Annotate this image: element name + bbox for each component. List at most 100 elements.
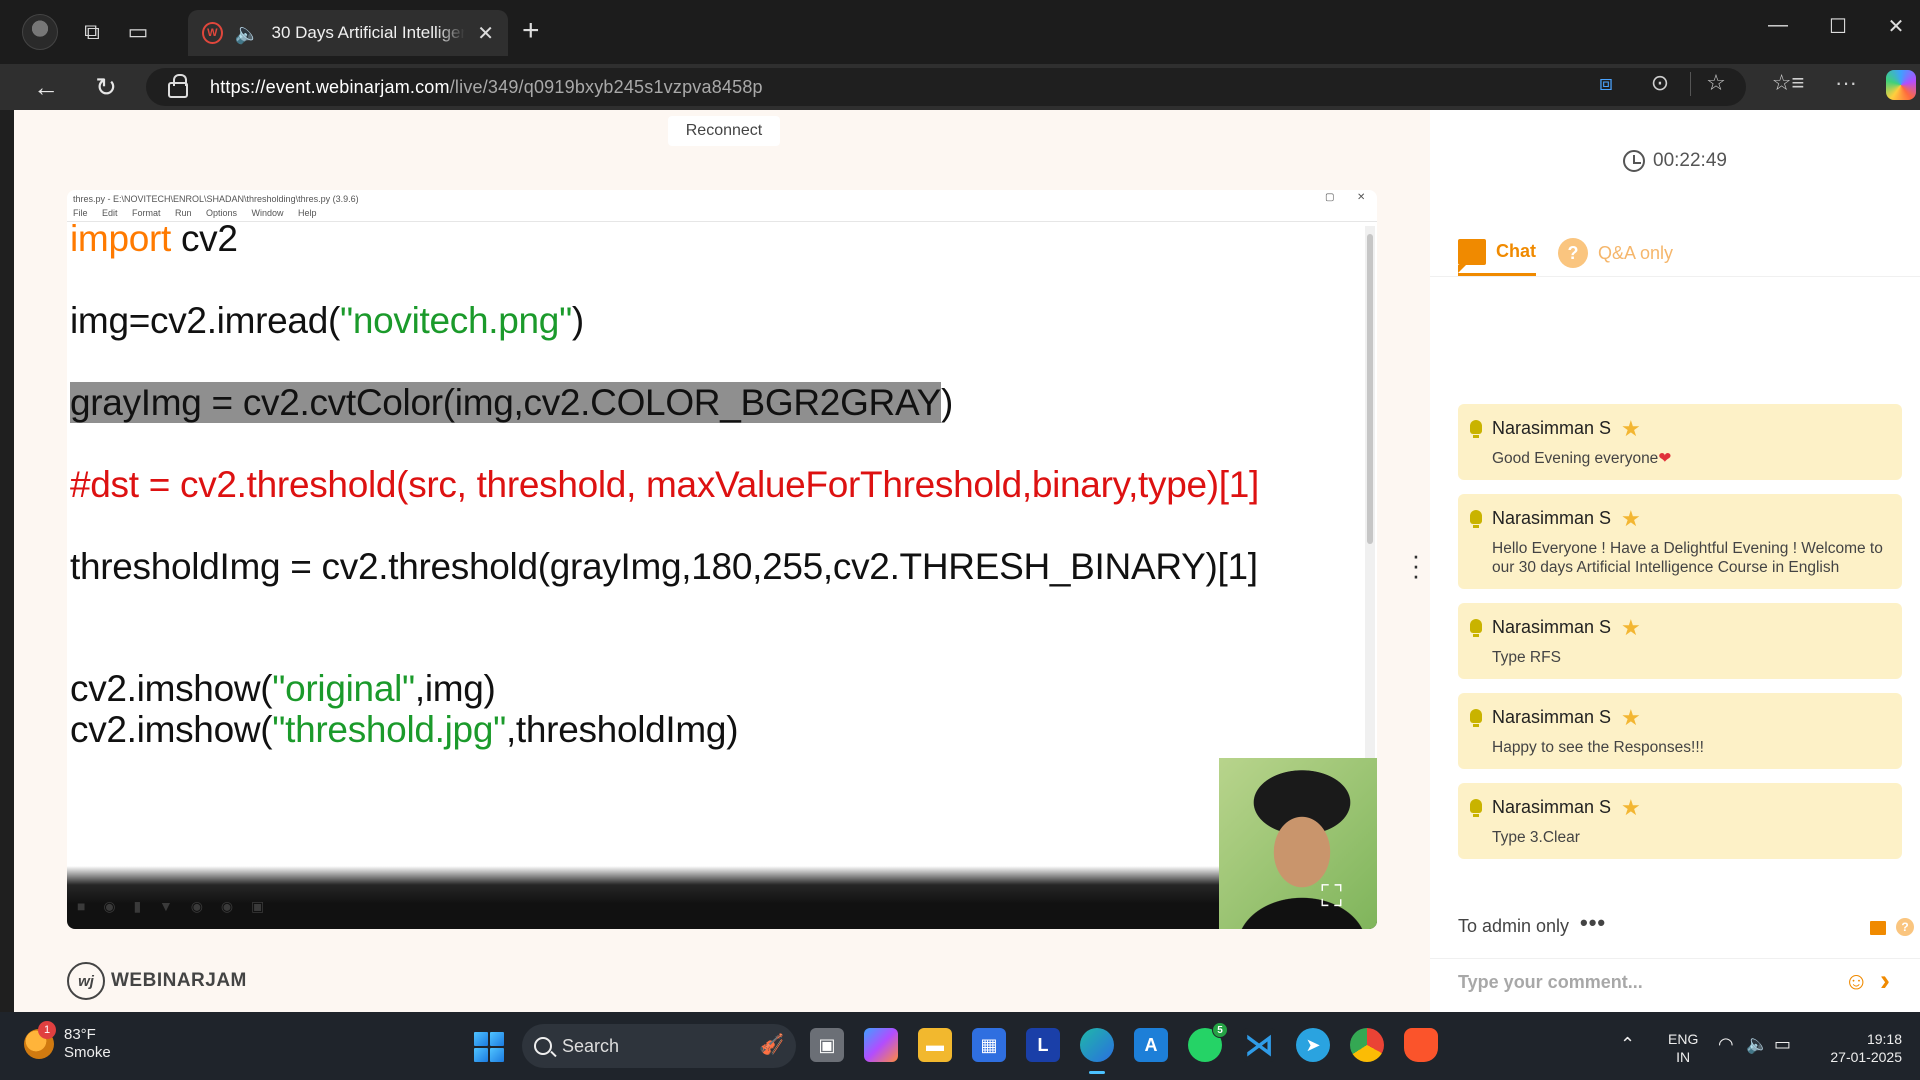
star-icon: ★	[1621, 614, 1641, 640]
whatsapp-badge: 5	[1212, 1022, 1228, 1038]
webinar-page: Reconnect thres.py - E:\NOVITECH\ENROL\S…	[14, 110, 1920, 1012]
shared-screen-taskbar: ■ ◉ ▮ ▼ ◉ ◉ ▣	[77, 898, 265, 914]
code-line-1: import cv2	[70, 218, 238, 259]
chrome-icon[interactable]	[1350, 1028, 1384, 1062]
tab-close-icon[interactable]: ✕	[477, 21, 494, 46]
recipient-selector[interactable]: To admin only	[1458, 916, 1569, 937]
heart-icon: ❤	[1658, 450, 1672, 467]
code-line-5: thresholdImg = cv2.threshold(grayImg,180…	[70, 546, 1258, 587]
fullscreen-icon[interactable]: ⛶	[1321, 880, 1342, 914]
maximize-icon[interactable]: ☐	[1818, 14, 1858, 39]
message-text: Hello Everyone ! Have a Delightful Eveni…	[1492, 540, 1883, 576]
file-explorer-icon[interactable]: ▬	[918, 1028, 952, 1062]
back-arrow-icon[interactable]: ←	[26, 70, 66, 104]
weather-badge: 1	[38, 1021, 56, 1039]
task-view-icon[interactable]: ▣	[810, 1028, 844, 1062]
tab-title: 30 Days Artificial Intelligence	[271, 23, 466, 42]
url-text[interactable]: https://event.webinarjam.com/live/349/q0…	[210, 77, 763, 98]
message-author: Narasimman S	[1492, 508, 1612, 528]
reader-menu-icon[interactable]: ⊙	[1642, 70, 1678, 96]
minimize-icon[interactable]: —	[1758, 14, 1798, 37]
input-divider	[1430, 958, 1920, 959]
copilot-app-icon[interactable]	[864, 1028, 898, 1062]
windows-taskbar: 1 83°F Smoke Search 🎻 ▣ ▬ ▦ L A 5 ⋊ ➤ ⌃ …	[0, 1012, 1920, 1080]
tray-overflow-icon[interactable]: ⌃	[1620, 1034, 1635, 1055]
chat-tabs: Chat ? Q&A only	[1458, 230, 1673, 276]
weather-widget[interactable]: 1 83°F Smoke	[24, 1021, 111, 1062]
speaker-icon[interactable]: 🔈	[235, 21, 260, 46]
clock-icon	[1623, 150, 1646, 172]
telegram-icon[interactable]: ➤	[1296, 1028, 1330, 1062]
reconnect-button[interactable]: Reconnect	[668, 116, 780, 146]
picture-in-picture-icon[interactable]: ⧈	[1588, 70, 1624, 96]
video-player[interactable]: thres.py - E:\NOVITECH\ENROL\SHADAN\thre…	[67, 190, 1377, 929]
chat-message: Narasimman S ★ Hello Everyone ! Have a De…	[1458, 494, 1902, 589]
recipient-more-icon[interactable]: •••	[1580, 910, 1606, 936]
system-clock[interactable]: 19:18 27-01-2025	[1812, 1030, 1902, 1066]
address-bar[interactable]: https://event.webinarjam.com/live/349/q0…	[146, 68, 1746, 106]
browser-toolbar: ← ↻ https://event.webinarjam.com/live/34…	[0, 64, 1920, 110]
send-arrow-icon[interactable]: ›	[1880, 964, 1890, 998]
tab-actions-icon[interactable]: ▭	[122, 16, 154, 48]
language-code: ENG	[1668, 1031, 1699, 1047]
message-author: Narasimman S	[1492, 707, 1612, 727]
star-icon: ★	[1621, 415, 1641, 441]
lock-icon[interactable]	[168, 74, 188, 98]
microsoft-store-icon[interactable]: ▦	[972, 1028, 1006, 1062]
tab-chat[interactable]: Chat	[1458, 230, 1536, 276]
session-timer: 00:22:49	[1430, 150, 1920, 172]
webinarjam-logo: wj WEBINARJAM	[67, 962, 247, 1000]
star-icon: ★	[1621, 505, 1641, 531]
panel-options-icon[interactable]: · · ·	[1406, 542, 1426, 588]
tabs-divider	[1430, 276, 1920, 277]
brave-icon[interactable]	[1404, 1028, 1438, 1062]
close-window-icon[interactable]: ✕	[1876, 14, 1916, 39]
code-line-2: img=cv2.imread("novitech.png")	[70, 300, 584, 341]
emoji-icon[interactable]: ☺	[1844, 968, 1869, 996]
lightbulb-icon	[1470, 420, 1482, 438]
favorite-star-icon[interactable]: ☆	[1698, 70, 1734, 96]
profile-avatar[interactable]	[22, 14, 58, 50]
star-icon: ★	[1621, 794, 1641, 820]
timer-value: 00:22:49	[1653, 150, 1727, 171]
more-options-icon[interactable]: ···	[1828, 70, 1864, 96]
new-tab-plus-icon[interactable]: +	[522, 16, 540, 46]
ide-window-title: thres.py - E:\NOVITECH\ENROL\SHADAN\thre…	[73, 194, 359, 204]
message-text: Type RFS	[1492, 649, 1561, 666]
browser-tab-active[interactable]: W 🔈 30 Days Artificial Intelligence ✕	[188, 10, 508, 56]
star-icon: ★	[1621, 704, 1641, 730]
whatsapp-icon[interactable]: 5	[1188, 1022, 1228, 1062]
lightbulb-icon	[1470, 510, 1482, 528]
edge-browser-icon[interactable]	[1080, 1028, 1114, 1074]
message-text: Type 3.Clear	[1492, 829, 1580, 846]
workspaces-icon[interactable]: ⧉	[76, 16, 108, 48]
refresh-icon[interactable]: ↻	[86, 70, 126, 104]
language-indicator[interactable]: ENG IN	[1668, 1030, 1698, 1066]
message-author: Narasimman S	[1492, 418, 1612, 438]
windows-start-icon[interactable]	[474, 1032, 504, 1062]
presenter-webcam	[1219, 758, 1377, 929]
clock-time: 19:18	[1866, 1031, 1902, 1047]
tab-qa-only[interactable]: ? Q&A only	[1558, 230, 1673, 276]
azure-icon[interactable]: A	[1134, 1028, 1168, 1062]
presentation-area: Reconnect thres.py - E:\NOVITECH\ENROL\S…	[14, 110, 1430, 1012]
code-line-3: grayImg = cv2.cvtColor(img,cv2.COLOR_BGR…	[70, 382, 954, 423]
comment-input[interactable]	[1458, 972, 1828, 993]
mini-chat-icon[interactable]	[1870, 921, 1886, 935]
volume-icon[interactable]: 🔈	[1746, 1034, 1768, 1055]
vscode-icon[interactable]: ⋊	[1242, 1028, 1276, 1062]
message-author: Narasimman S	[1492, 617, 1612, 637]
taskbar-search[interactable]: Search 🎻	[522, 1024, 796, 1068]
code-line-6: cv2.imshow("original",img)	[70, 668, 496, 709]
l-app-icon[interactable]: L	[1026, 1028, 1060, 1062]
clock-date: 27-01-2025	[1830, 1049, 1902, 1065]
wifi-icon[interactable]: ◠	[1718, 1034, 1734, 1055]
message-author: Narasimman S	[1492, 797, 1612, 817]
toolbar-divider	[1690, 72, 1691, 96]
battery-icon[interactable]: ▭	[1774, 1034, 1791, 1055]
copilot-icon[interactable]	[1886, 70, 1916, 100]
favorites-list-icon[interactable]: ☆≡	[1770, 70, 1806, 96]
tab-chat-label: Chat	[1496, 241, 1536, 261]
weather-desc: Smoke	[64, 1044, 111, 1061]
mini-question-icon[interactable]: ?	[1896, 918, 1914, 936]
